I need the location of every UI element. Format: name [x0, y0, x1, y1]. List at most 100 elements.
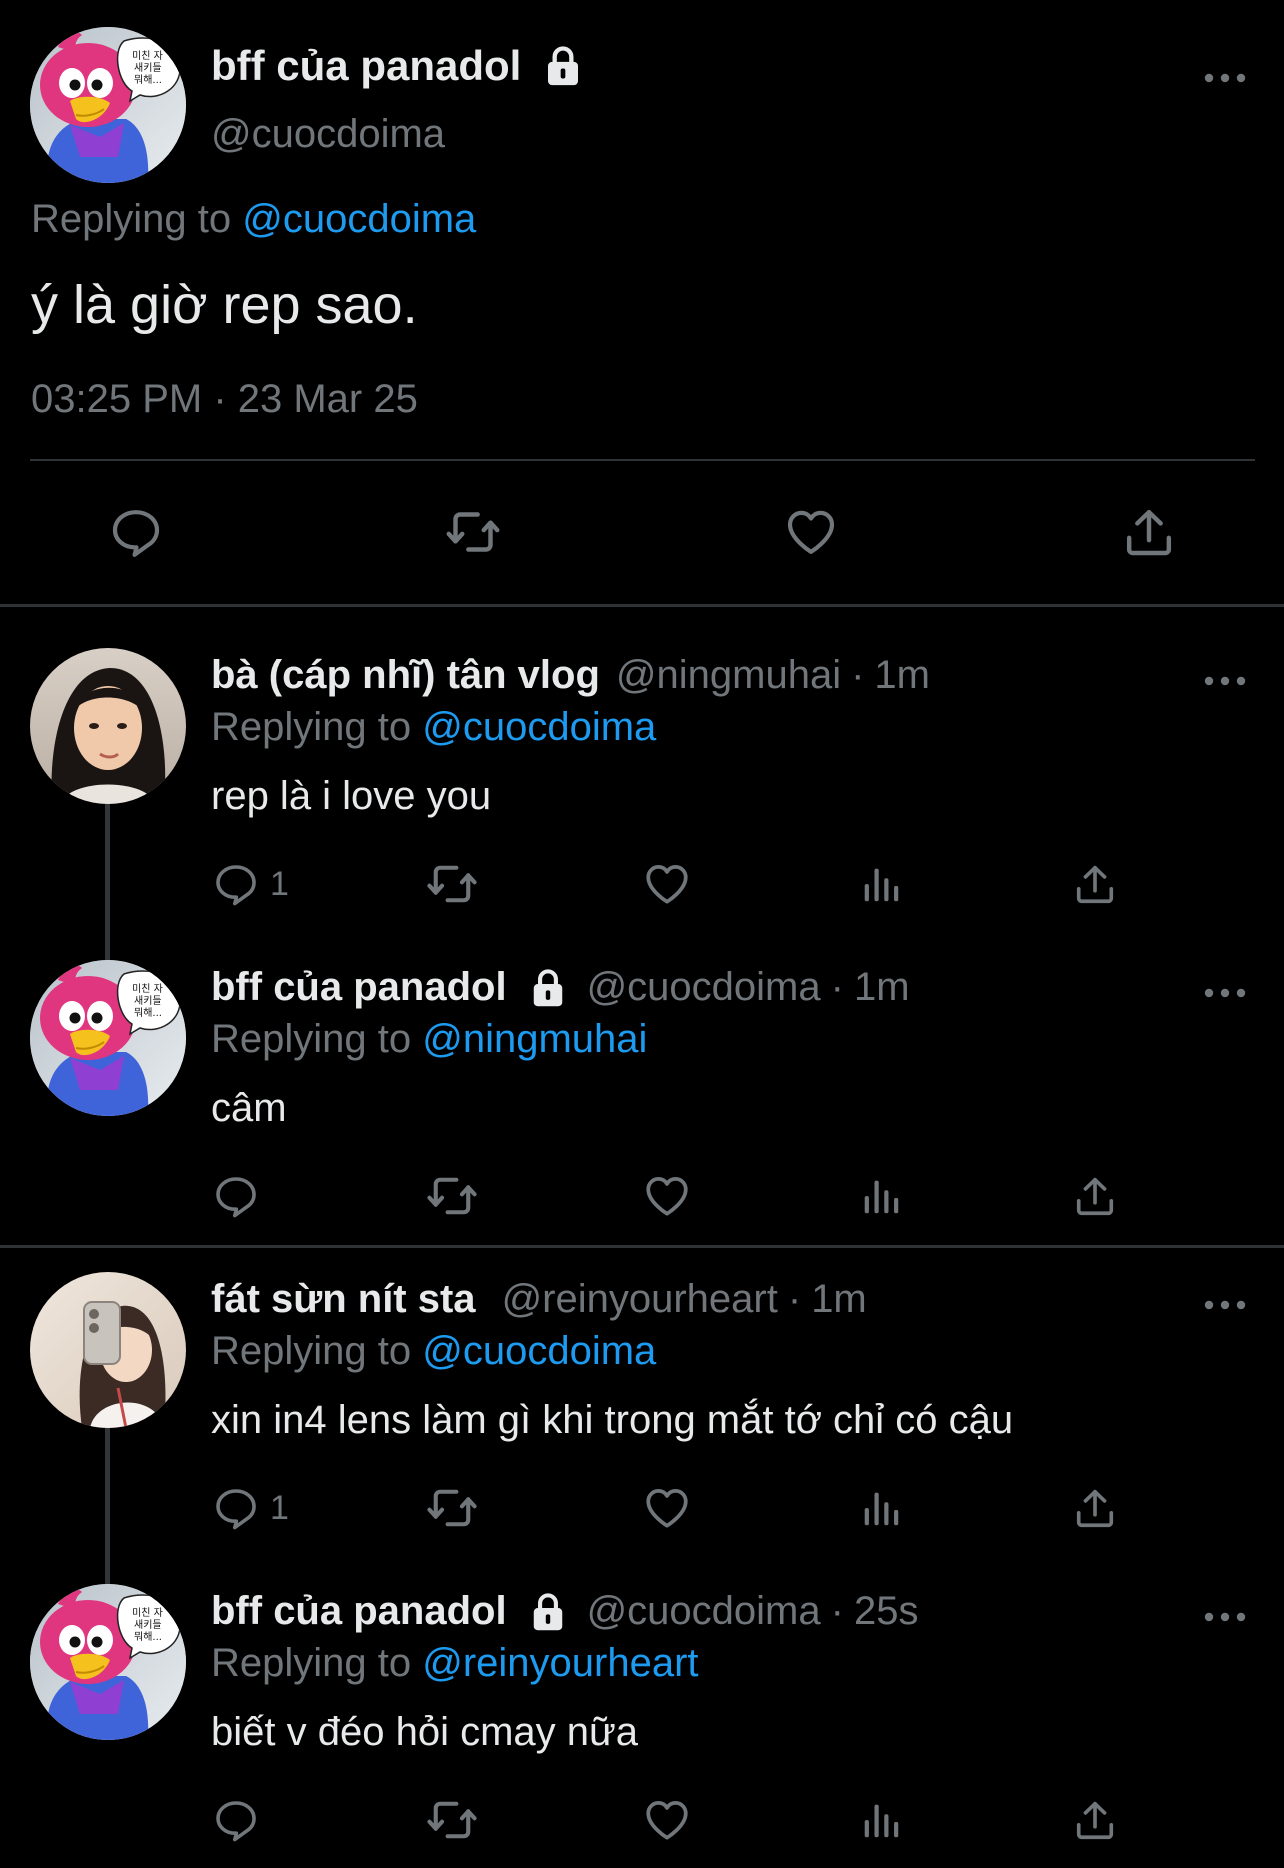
share-button[interactable]	[1072, 1170, 1118, 1222]
retweet-icon	[426, 1794, 478, 1846]
like-button[interactable]	[642, 1794, 692, 1846]
replying-to-mention[interactable]: @ningmuhai	[422, 1017, 647, 1061]
avatar[interactable]	[30, 648, 186, 804]
retweet-icon	[426, 858, 478, 910]
separator-dot: ·	[830, 965, 844, 1009]
more-options-icon[interactable]	[1203, 72, 1247, 84]
retweet-button[interactable]	[426, 858, 478, 910]
views-button[interactable]	[858, 1170, 904, 1222]
action-bar: 1	[0, 1482, 1284, 1542]
avatar[interactable]	[30, 960, 186, 1116]
retweet-icon	[426, 1170, 478, 1222]
share-button[interactable]	[1072, 858, 1118, 910]
reply-tweet[interactable]: bff của panadol @cuocdoima · 1m Replying…	[0, 960, 1284, 1245]
bird-avatar-image	[30, 1584, 186, 1740]
replying-to-mention[interactable]: @cuocdoima	[422, 1329, 656, 1373]
like-button[interactable]	[642, 1170, 692, 1222]
reply-button[interactable]	[212, 1170, 260, 1222]
reply-tweet[interactable]: bff của panadol @cuocdoima · 25s Replyin…	[0, 1584, 1284, 1868]
lock-icon	[529, 1591, 567, 1633]
reply-tweet[interactable]: fát sừn nít sta @reinyourheart · 1m Repl…	[0, 1272, 1284, 1588]
reply-icon[interactable]	[106, 504, 166, 560]
like-icon	[642, 1171, 692, 1221]
replying-to-mention[interactable]: @cuocdoima	[242, 197, 476, 241]
author-handle[interactable]: @cuocdoima	[587, 965, 821, 1010]
separator-dot: ·	[830, 1589, 844, 1633]
replying-to-mention[interactable]: @reinyourheart	[422, 1641, 698, 1685]
views-button[interactable]	[858, 1482, 904, 1534]
like-icon	[642, 859, 692, 909]
lock-icon	[529, 967, 567, 1009]
retweet-icon[interactable]	[443, 504, 503, 560]
main-tweet: bff của panadol @cuocdoima Replying to @…	[0, 0, 1284, 605]
bird-avatar-image	[30, 27, 186, 183]
reply-tweet[interactable]: bà (cáp nhĩ) tân vlog @ningmuhai · 1m Re…	[0, 648, 1284, 964]
author-handle[interactable]: @reinyourheart	[502, 1277, 778, 1322]
girl-avatar-image	[30, 648, 186, 804]
share-icon	[1072, 1797, 1118, 1843]
like-button[interactable]	[642, 858, 692, 910]
reply-count: 1	[270, 1488, 289, 1527]
reply-icon	[212, 1796, 260, 1844]
reply-button[interactable]: 1	[212, 858, 289, 910]
divider	[30, 459, 1255, 461]
views-icon	[858, 1797, 904, 1843]
display-name[interactable]: bff của panadol	[211, 1589, 507, 1634]
avatar[interactable]	[30, 1272, 186, 1428]
display-name[interactable]: bà (cáp nhĩ) tân vlog	[211, 653, 600, 698]
author-handle[interactable]: @ningmuhai	[616, 653, 841, 698]
relative-time[interactable]: 1m	[874, 653, 930, 698]
retweet-button[interactable]	[426, 1794, 478, 1846]
share-icon[interactable]	[1119, 504, 1179, 560]
display-name[interactable]: bff của panadol	[211, 42, 521, 90]
retweet-button[interactable]	[426, 1482, 478, 1534]
relative-time[interactable]: 1m	[811, 1277, 867, 1322]
replying-prefix: Replying to	[211, 1329, 412, 1373]
replying-prefix: Replying to	[211, 705, 412, 749]
replying-to: Replying to @cuocdoima	[211, 1329, 656, 1374]
share-button[interactable]	[1072, 1482, 1118, 1534]
author-row: bff của panadol @cuocdoima · 1m	[211, 965, 910, 1010]
like-icon[interactable]	[781, 504, 841, 560]
bird-avatar-image	[30, 960, 186, 1116]
like-button[interactable]	[642, 1482, 692, 1534]
relative-time[interactable]: 25s	[854, 1589, 919, 1634]
replying-to-mention[interactable]: @cuocdoima	[422, 705, 656, 749]
tweet-text: câm	[211, 1086, 287, 1130]
views-button[interactable]	[858, 1794, 904, 1846]
replying-to: Replying to @ningmuhai	[211, 1017, 647, 1062]
replying-prefix: Replying to	[211, 1641, 412, 1685]
reply-icon	[212, 860, 260, 908]
relative-time[interactable]: 1m	[854, 965, 910, 1010]
more-options-icon[interactable]	[1203, 987, 1247, 999]
replying-to: Replying to @reinyourheart	[211, 1641, 699, 1686]
reply-button[interactable]: 1	[212, 1482, 289, 1534]
author-row: bà (cáp nhĩ) tân vlog @ningmuhai · 1m	[211, 653, 930, 698]
views-button[interactable]	[858, 858, 904, 910]
display-name[interactable]: fát sừn nít sta	[211, 1277, 476, 1322]
tweet-text: rep là i love you	[211, 774, 492, 818]
section-divider	[0, 604, 1284, 607]
display-name[interactable]: bff của panadol	[211, 965, 507, 1010]
author-handle[interactable]: @cuocdoima	[587, 1589, 821, 1634]
reply-button[interactable]	[212, 1794, 260, 1846]
views-icon	[858, 1485, 904, 1531]
avatar[interactable]	[30, 1584, 186, 1740]
reply-count: 1	[270, 864, 289, 903]
more-options-icon[interactable]	[1203, 675, 1247, 687]
views-icon	[858, 1173, 904, 1219]
lock-icon	[543, 44, 583, 88]
tweet-timestamp[interactable]: 03:25 PM · 23 Mar 25	[31, 377, 418, 422]
replying-to: Replying to @cuocdoima	[211, 705, 656, 750]
share-button[interactable]	[1072, 1794, 1118, 1846]
author-handle[interactable]: @cuocdoima	[211, 112, 445, 157]
reply-icon	[212, 1172, 260, 1220]
avatar[interactable]	[30, 27, 186, 183]
replying-prefix: Replying to	[211, 1017, 412, 1061]
more-options-icon[interactable]	[1203, 1611, 1247, 1623]
more-options-icon[interactable]	[1203, 1299, 1247, 1311]
like-icon	[642, 1483, 692, 1533]
girl-avatar-image	[30, 1272, 186, 1428]
retweet-button[interactable]	[426, 1170, 478, 1222]
action-bar: 1	[0, 858, 1284, 918]
